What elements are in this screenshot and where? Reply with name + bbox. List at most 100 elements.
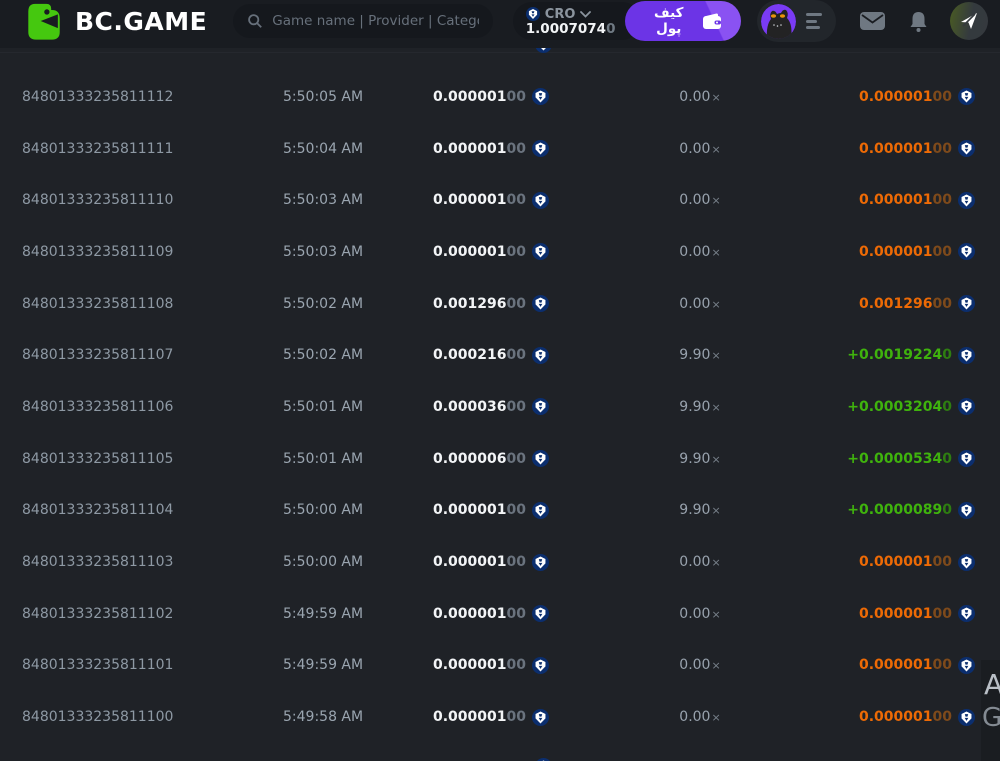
mail-icon[interactable]	[860, 12, 885, 30]
bet-multiplier: 0.00×	[679, 554, 721, 571]
divider	[0, 52, 1000, 53]
table-row[interactable]: 84801333235811108 5:50:02 AM 0.00129600 …	[0, 278, 1000, 330]
bet-multiplier: 9.90×	[679, 347, 721, 364]
cro-coin-icon	[958, 501, 975, 519]
bet-amount: 0.00000100	[430, 140, 560, 158]
bet-multiplier: 0.00×	[679, 709, 721, 726]
avatar[interactable]	[761, 3, 796, 39]
table-row[interactable]: 84801333235811101 5:49:59 AM 0.00000100 …	[0, 640, 1000, 692]
search-icon	[247, 13, 263, 29]
bet-time: 5:50:01 AM	[283, 398, 364, 415]
bet-payout: 0.00000100	[840, 243, 1000, 261]
bet-payout: +0.00000890	[840, 501, 1000, 519]
cro-coin-icon	[958, 295, 975, 313]
cro-coin-icon	[958, 450, 975, 468]
bet-amount: 0.00000600	[430, 450, 560, 468]
bet-time: 5:49:58 AM	[283, 709, 364, 726]
table-row[interactable]: 84801333235811106 5:50:01 AM 0.00003600 …	[0, 381, 1000, 433]
bet-amount: 0.00000100	[430, 243, 560, 261]
bet-amount: 0.00021600	[430, 346, 560, 364]
cro-coin-icon	[532, 191, 549, 209]
bet-amount: 0.00000100	[430, 88, 560, 106]
bet-payout: 0.00129600	[840, 295, 1000, 313]
cro-coin-icon	[532, 656, 549, 674]
cutoff-letter-bottom: G	[982, 703, 1000, 733]
table-row[interactable]: 84801333235811112 5:50:05 AM 0.00000100 …	[0, 71, 1000, 123]
bet-multiplier: 0.00×	[679, 295, 721, 312]
cro-coin-icon	[532, 605, 549, 623]
bet-id: 84801333235811101	[22, 657, 174, 674]
bet-id: 84801333235811108	[22, 295, 174, 312]
brand-logo[interactable]: BC.GAME	[26, 1, 207, 41]
cro-coin-icon	[532, 295, 549, 313]
bet-multiplier: 0.00×	[679, 192, 721, 209]
table-row[interactable]: 84801333235811105 5:50:01 AM 0.00000600 …	[0, 433, 1000, 485]
cro-coin-icon	[958, 140, 975, 158]
search-input[interactable]	[272, 13, 479, 29]
chevron-down-icon	[580, 10, 592, 18]
cro-coin-icon	[532, 708, 549, 726]
table-row[interactable]: 84801333235811100 5:49:58 AM 0.00000100 …	[0, 691, 1000, 743]
table-row[interactable]: 84801333235811110 5:50:03 AM 0.00000100 …	[0, 174, 1000, 226]
bet-id: 84801333235811102	[22, 605, 174, 622]
bet-time: 5:50:03 AM	[283, 192, 364, 209]
bet-id: 84801333235811100	[22, 709, 174, 726]
cro-coin-icon	[532, 553, 549, 571]
bet-time: 5:50:04 AM	[283, 140, 364, 157]
table-row[interactable]: 84801333235811103 5:50:00 AM 0.00000100 …	[0, 536, 1000, 588]
bet-payout: 0.00000100	[840, 553, 1000, 571]
wallet-button[interactable]: كيف پول	[625, 1, 741, 41]
table-row[interactable]: 84801333235811111 5:50:04 AM 0.00000100 …	[0, 123, 1000, 175]
cutoff-panel: A G	[981, 660, 1000, 761]
cro-coin-icon	[958, 398, 975, 416]
bet-multiplier: 9.90×	[679, 450, 721, 467]
bet-amount: 0.00000100	[430, 191, 560, 209]
wallet-button-label: كيف پول	[654, 5, 684, 37]
cro-coin-icon	[958, 553, 975, 571]
cro-coin-icon	[532, 140, 549, 158]
profile-menu	[757, 0, 836, 42]
cro-coin-icon	[532, 346, 549, 364]
bet-time: 5:50:05 AM	[283, 88, 364, 105]
currency-selector[interactable]: CRO 1.00070740	[512, 2, 642, 40]
bet-multiplier: 0.00×	[679, 140, 721, 157]
bet-multiplier: 0.00×	[679, 605, 721, 622]
cro-coin-icon	[958, 191, 975, 209]
bet-multiplier: 0.00×	[679, 243, 721, 260]
menu-icon[interactable]	[806, 13, 822, 29]
bet-time: 5:49:59 AM	[283, 605, 364, 622]
bet-id: 84801333235811103	[22, 554, 174, 571]
bcgame-logo-icon	[26, 1, 63, 41]
cro-coin-icon	[958, 88, 975, 106]
bet-payout: +0.00032040	[840, 398, 1000, 416]
bet-time: 5:50:00 AM	[283, 502, 364, 519]
cro-coin-icon	[532, 450, 549, 468]
bet-id: 84801333235811112	[22, 88, 174, 105]
bet-id: 84801333235811111	[22, 140, 174, 157]
bet-id: 84801333235811110	[22, 192, 174, 209]
bet-multiplier: 9.90×	[679, 398, 721, 415]
bet-time: 5:50:01 AM	[283, 450, 364, 467]
bets-table: 84801333235811112 5:50:05 AM 0.00000100 …	[0, 36, 1000, 761]
cro-coin-icon	[525, 7, 540, 21]
bet-amount: 0.00003600	[430, 398, 560, 416]
bet-time: 5:49:59 AM	[283, 657, 364, 674]
game-search[interactable]	[233, 4, 493, 38]
cro-coin-icon	[958, 346, 975, 364]
bet-payout: 0.00000100	[840, 88, 1000, 106]
bet-multiplier: 0.00×	[679, 88, 721, 105]
table-row[interactable]: 84801333235811107 5:50:02 AM 0.00021600 …	[0, 329, 1000, 381]
table-row[interactable]: 84801333235811102 5:49:59 AM 0.00000100 …	[0, 588, 1000, 640]
chat-icon[interactable]	[950, 2, 988, 40]
table-row[interactable]: 84801333235811109 5:50:03 AM 0.00000100 …	[0, 226, 1000, 278]
cro-coin-icon	[532, 88, 549, 106]
cro-coin-icon	[532, 243, 549, 261]
bet-payout: 0.00000100	[840, 191, 1000, 209]
brand-title: BC.GAME	[75, 6, 208, 36]
bell-icon[interactable]	[909, 11, 928, 32]
table-row[interactable]: 84801333235811104 5:50:00 AM 0.00000100 …	[0, 485, 1000, 537]
bet-amount: 0.00000100	[430, 605, 560, 623]
currency-code: CRO	[544, 6, 576, 22]
bet-amount: 0.00000100	[430, 553, 560, 571]
cro-coin-icon	[958, 605, 975, 623]
